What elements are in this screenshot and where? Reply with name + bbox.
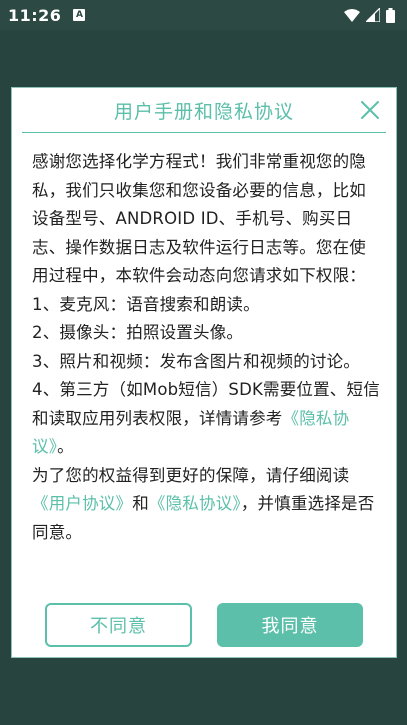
permission-item-photos: 3、照片和视频：发布含图片和视频的讨论。 [32, 351, 360, 371]
status-bar: 11:26 A [0, 0, 407, 30]
permission-item-microphone: 1、麦克风：语音搜索和朗读。 [32, 294, 260, 314]
dialog-header: 用户手册和隐私协议 [12, 88, 396, 132]
signal-icon [366, 8, 380, 22]
agree-button[interactable]: 我同意 [217, 603, 363, 647]
battery-icon [386, 7, 395, 23]
permission-item-third-party: 4、第三方（如Mob短信）SDK需要位置、短信和读取应用列表权限，详情请参考《隐… [32, 376, 382, 462]
intro-paragraph: 感谢您选择化学方程式！我们非常重视您的隐私，我们只收集您和您设备必要的信息，比如… [32, 152, 366, 285]
closing-and: 和 [132, 494, 149, 513]
close-icon[interactable] [360, 100, 380, 120]
closing-text: 为了您的权益得到更好的保障，请仔细阅读 [32, 465, 350, 485]
status-time: 11:26 [8, 5, 62, 25]
wifi-icon [344, 8, 360, 22]
third-party-end: 。 [57, 437, 74, 456]
privacy-policy-link-2[interactable]: 《隐私协议》 [149, 494, 241, 513]
permission-item-camera: 2、摄像头：拍照设置头像。 [32, 323, 244, 342]
closing-paragraph: 为了您的权益得到更好的保障，请仔细阅读《用户协议》和《隐私协议》，并慎重选择是否… [32, 462, 382, 548]
privacy-dialog: 用户手册和隐私协议 感谢您选择化学方程式！我们非常重视您的隐私，我们只收集您和您… [11, 87, 397, 658]
notification-a-icon: A [73, 9, 86, 21]
dialog-title: 用户手册和隐私协议 [113, 100, 294, 123]
disagree-button[interactable]: 不同意 [45, 603, 192, 647]
header-divider [22, 132, 386, 133]
user-agreement-link[interactable]: 《用户协议》 [32, 494, 132, 513]
status-icons [344, 7, 395, 23]
dialog-body: 感谢您选择化学方程式！我们非常重视您的隐私，我们只收集您和您设备必要的信息，比如… [32, 148, 382, 547]
